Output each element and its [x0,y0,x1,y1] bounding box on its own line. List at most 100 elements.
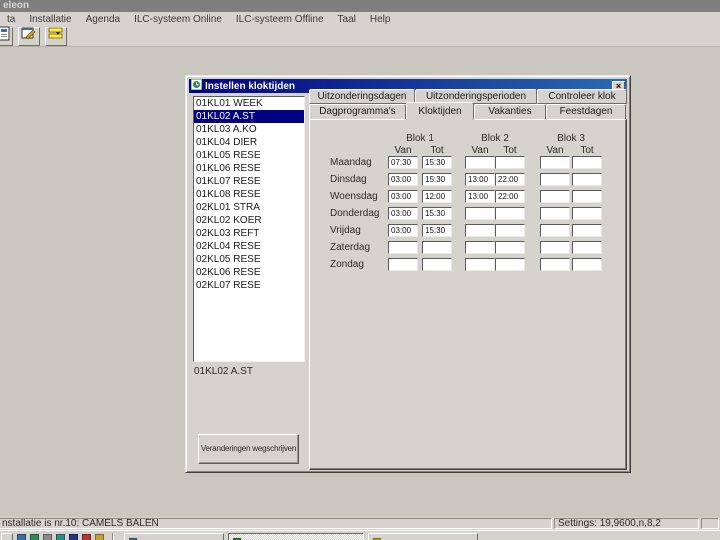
kloktijden-panel: Blok 1 Blok 2 Blok 3 Van Tot Van Tot Van Tot Maan… [309,119,627,470]
time-field-maandag-blok2-tot[interactable] [495,156,525,169]
list-item-01kl01-week[interactable]: 01KL01 WEEK [194,97,304,110]
time-field-dinsdag-blok3-van[interactable] [540,173,570,186]
list-item-01kl07-rese[interactable]: 01KL07 RESE [194,175,304,188]
menu-item-installatie[interactable]: Installatie [22,14,78,25]
time-field-vrijdag-blok1-tot[interactable] [422,224,452,237]
time-field-woensdag-blok2-van[interactable] [465,190,495,203]
time-field-woensdag-blok2-tot[interactable] [495,190,525,203]
save-changes-button[interactable]: Veranderingen wegschrijven [198,434,299,464]
app-teal-icon[interactable] [56,534,65,540]
time-field-woensdag-blok3-tot[interactable] [572,190,602,203]
list-item-01kl04-dier[interactable]: 01KL04 DIER [194,136,304,149]
day-label-vrijdag: Vrijdag [330,225,361,236]
time-field-zaterdag-blok1-van[interactable] [388,241,418,254]
list-item-02kl02-koer[interactable]: 02KL02 KOER [194,214,304,227]
time-field-maandag-blok2-van[interactable] [465,156,495,169]
exit-button[interactable] [0,26,13,46]
schedule-notes-button[interactable] [45,26,67,46]
app-red-icon[interactable] [82,534,91,540]
start-button[interactable] [1,533,13,540]
list-item-01kl02-a-st[interactable]: 01KL02 A.ST [194,110,304,123]
app-navy-icon[interactable] [69,534,78,540]
time-field-zaterdag-blok3-tot[interactable] [572,241,602,254]
time-field-zaterdag-blok1-tot[interactable] [422,241,452,254]
time-field-zaterdag-blok2-tot[interactable] [495,241,525,254]
col-header-tot-blok2: Tot [503,145,517,156]
time-field-zondag-blok2-tot[interactable] [495,258,525,271]
time-field-dinsdag-blok3-tot[interactable] [572,173,602,186]
day-label-woensdag: Woensdag [330,191,378,202]
time-field-woensdag-blok1-van[interactable] [388,190,418,203]
list-item-01kl08-rese[interactable]: 01KL08 RESE [194,188,304,201]
time-field-donderdag-blok1-tot[interactable] [422,207,452,220]
col-header-tot-blok1: Tot [430,145,444,156]
task-button-3[interactable] [368,533,478,540]
time-field-dinsdag-blok2-tot[interactable] [495,173,525,186]
task-button-1[interactable] [124,533,224,540]
time-field-zaterdag-blok3-van[interactable] [540,241,570,254]
menu-item-help[interactable]: Help [363,14,398,25]
app-gray-icon[interactable] [43,534,52,540]
status-installation: nstallatie is nr.10: CAMELS BALEN [0,518,552,529]
time-field-woensdag-blok3-van[interactable] [540,190,570,203]
tab-controleer-klok[interactable]: Controleer klok [537,89,627,104]
list-item-02kl07-rese[interactable]: 02KL07 RESE [194,279,304,292]
time-field-donderdag-blok2-van[interactable] [465,207,495,220]
tab-feestdagen[interactable]: Feestdagen [546,104,626,120]
clock-program-list[interactable]: 01KL01 WEEK 01KL02 A.ST 01KL03 A.KO 01KL04 … [193,96,305,362]
time-field-maandag-blok1-van[interactable] [388,156,418,169]
setup-button[interactable] [18,26,40,46]
menu-item-agenda[interactable]: Agenda [79,14,127,25]
time-field-dinsdag-blok1-van[interactable] [388,173,418,186]
time-field-vrijdag-blok1-van[interactable] [388,224,418,237]
list-item-02kl03-reft[interactable]: 02KL03 REFT [194,227,304,240]
day-label-donderdag: Donderdag [330,208,380,219]
list-item-01kl06-rese[interactable]: 01KL06 RESE [194,162,304,175]
tab-vakanties[interactable]: Vakanties [474,104,546,120]
list-item-02kl05-rese[interactable]: 02KL05 RESE [194,253,304,266]
block-header-1: Blok 1 [406,133,434,144]
tab-kloktijden[interactable]: Kloktijden [406,102,474,120]
time-field-dinsdag-blok2-van[interactable] [465,173,495,186]
time-field-zondag-blok1-van[interactable] [388,258,418,271]
col-header-tot-blok3: Tot [580,145,594,156]
time-field-zondag-blok1-tot[interactable] [422,258,452,271]
menu-item-taal[interactable]: Taal [331,14,363,25]
status-stub [701,518,719,529]
time-field-zondag-blok3-van[interactable] [540,258,570,271]
time-field-donderdag-blok3-tot[interactable] [572,207,602,220]
menu-bar: ta Installatie Agenda ILC-systeem Online ILC… [0,12,720,26]
time-field-maandag-blok3-van[interactable] [540,156,570,169]
list-item-01kl05-rese[interactable]: 01KL05 RESE [194,149,304,162]
time-field-maandag-blok3-tot[interactable] [572,156,602,169]
col-header-van-blok3: Van [546,145,564,156]
menu-item-ilc-systeem-offline[interactable]: ILC-systeem Offline [229,14,331,25]
time-field-maandag-blok1-tot[interactable] [422,156,452,169]
time-field-donderdag-blok2-tot[interactable] [495,207,525,220]
app-olive-icon[interactable] [95,534,104,540]
task-button-2[interactable] [228,533,364,540]
menu-item-ta[interactable]: ta [0,14,22,25]
list-item-02kl04-rese[interactable]: 02KL04 RESE [194,240,304,253]
time-field-vrijdag-blok3-van[interactable] [540,224,570,237]
time-field-vrijdag-blok2-tot[interactable] [495,224,525,237]
time-field-vrijdag-blok3-tot[interactable] [572,224,602,237]
time-field-donderdag-blok3-van[interactable] [540,207,570,220]
menu-item-ilc-systeem-online[interactable]: ILC-systeem Online [127,14,229,25]
list-item-02kl01-stra[interactable]: 02KL01 STRA [194,201,304,214]
app-green-icon[interactable] [30,534,39,540]
toolbar [0,26,720,47]
time-field-zaterdag-blok2-van[interactable] [465,241,495,254]
tab-uitzonderingsdagen[interactable]: Uitzonderingsdagen [309,89,415,104]
list-item-01kl03-a-ko[interactable]: 01KL03 A.KO [194,123,304,136]
setup-icon [21,26,37,46]
time-field-zondag-blok2-van[interactable] [465,258,495,271]
tab-dagprogramma-s[interactable]: Dagprogramma's [309,104,406,120]
list-item-02kl06-rese[interactable]: 02KL06 RESE [194,266,304,279]
time-field-vrijdag-blok2-van[interactable] [465,224,495,237]
app-blue-icon[interactable] [17,534,26,540]
time-field-woensdag-blok1-tot[interactable] [422,190,452,203]
time-field-zondag-blok3-tot[interactable] [572,258,602,271]
time-field-dinsdag-blok1-tot[interactable] [422,173,452,186]
time-field-donderdag-blok1-van[interactable] [388,207,418,220]
